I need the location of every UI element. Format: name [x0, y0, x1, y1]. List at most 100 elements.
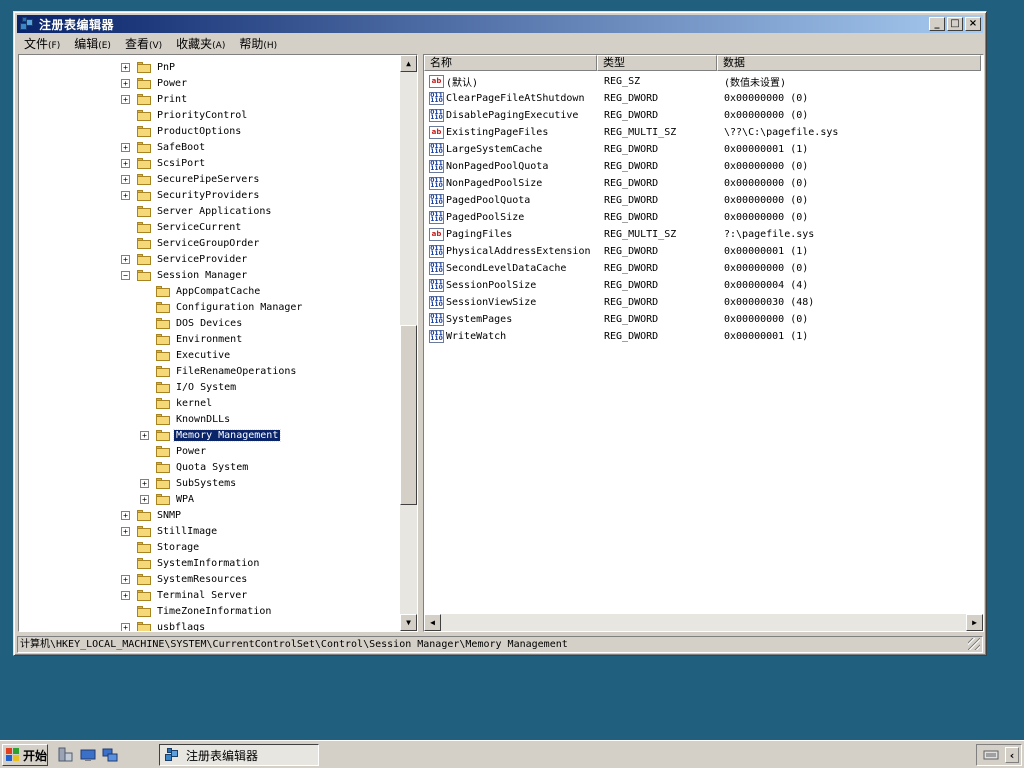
taskbar-regedit-button[interactable]: 注册表编辑器: [159, 744, 319, 766]
regedit-app-icon[interactable]: [19, 16, 35, 32]
value-row[interactable]: ab (默认) REG_SZ (数值未设置): [424, 73, 974, 90]
command-prompt-icon[interactable]: [102, 747, 118, 763]
menu-item[interactable]: 查看(V): [118, 35, 169, 52]
tree-item[interactable]: + ServiceProvider: [121, 251, 249, 267]
expand-icon[interactable]: +: [121, 526, 130, 536]
tree-item[interactable]: + Power: [121, 75, 189, 91]
tree-item[interactable]: DOS Devices: [140, 315, 244, 331]
value-row[interactable]: ab ExistingPageFiles REG_MULTI_SZ \??\C:\pa…: [424, 124, 974, 141]
value-row[interactable]: 011 110 NonPagedPoolSize REG_DWORD 0x0000000…: [424, 175, 974, 192]
expand-icon[interactable]: +: [121, 574, 130, 584]
tree-item[interactable]: Storage: [121, 539, 201, 555]
value-row[interactable]: 011 110 PhysicalAddressExtension REG_DWORD 0…: [424, 243, 974, 260]
values-pane[interactable]: 名称 类型 数据 ab (默认) REG_SZ (数值未设置) 011 110 ClearP…: [423, 54, 984, 632]
keyboard-icon[interactable]: [983, 748, 999, 762]
tray-expand-chevron-icon[interactable]: ‹: [1005, 747, 1019, 763]
value-row[interactable]: 011 110 SecondLevelDataCache REG_DWORD 0x000…: [424, 260, 974, 277]
start-button[interactable]: 开始: [2, 744, 48, 766]
tree-item[interactable]: + SNMP: [121, 507, 183, 523]
title-bar[interactable]: 注册表编辑器 _ □ ×: [17, 15, 983, 33]
tree-item[interactable]: Quota System: [140, 459, 250, 475]
expand-icon[interactable]: +: [121, 94, 130, 104]
value-row[interactable]: 011 110 ClearPageFileAtShutdown REG_DWORD 0x…: [424, 90, 974, 107]
server-manager-icon[interactable]: [57, 747, 73, 763]
show-desktop-icon[interactable]: [80, 747, 96, 763]
tree-vertical-scrollbar[interactable]: ▲ ▼: [400, 55, 417, 631]
expand-icon[interactable]: +: [121, 190, 130, 200]
expand-icon[interactable]: +: [140, 430, 149, 440]
expand-icon[interactable]: +: [140, 494, 149, 504]
close-button[interactable]: ×: [965, 17, 981, 31]
value-row[interactable]: ab PagingFiles REG_MULTI_SZ ?:\pagefile.sys: [424, 226, 974, 243]
tree-item[interactable]: + SecurityProviders: [121, 187, 261, 203]
expand-icon[interactable]: +: [121, 158, 130, 168]
tree-item[interactable]: KnownDLLs: [140, 411, 232, 427]
menu-item[interactable]: 收藏夹(A): [169, 35, 232, 52]
value-row[interactable]: 011 110 PagedPoolQuota REG_DWORD 0x00000000 …: [424, 192, 974, 209]
expand-icon[interactable]: +: [121, 254, 130, 264]
expand-icon[interactable]: +: [121, 142, 130, 152]
key-tree-pane[interactable]: + PnP + Power + Print PriorityControl ProductOp…: [18, 54, 418, 632]
tree-item[interactable]: ServiceGroupOrder: [121, 235, 261, 251]
scroll-down-arrow-icon[interactable]: ▼: [400, 614, 417, 631]
column-header-data[interactable]: 数据: [717, 55, 981, 71]
tree-item[interactable]: PriorityControl: [121, 107, 249, 123]
values-horizontal-scrollbar[interactable]: ◀ ▶: [424, 614, 983, 631]
expand-icon[interactable]: +: [140, 478, 149, 488]
tree-scroll-thumb[interactable]: [400, 325, 417, 505]
resize-grip-icon[interactable]: [968, 638, 980, 650]
expand-icon[interactable]: +: [121, 590, 130, 600]
tree-item[interactable]: − Session Manager: [121, 267, 249, 283]
tree-item[interactable]: + WPA: [140, 491, 196, 507]
expand-icon[interactable]: +: [121, 510, 130, 520]
value-row[interactable]: 011 110 WriteWatch REG_DWORD 0x00000001 (1): [424, 328, 974, 345]
tree-item[interactable]: Configuration Manager: [140, 299, 304, 315]
tree-item[interactable]: + ScsiPort: [121, 155, 207, 171]
tree-item[interactable]: + Print: [121, 91, 189, 107]
value-row[interactable]: 011 110 LargeSystemCache REG_DWORD 0x0000000…: [424, 141, 974, 158]
tree-item[interactable]: ProductOptions: [121, 123, 243, 139]
tree-item[interactable]: AppCompatCache: [140, 283, 262, 299]
scroll-up-arrow-icon[interactable]: ▲: [400, 55, 417, 72]
column-header-type[interactable]: 类型: [597, 55, 717, 71]
value-row[interactable]: 011 110 SessionPoolSize REG_DWORD 0x00000004…: [424, 277, 974, 294]
tree-item[interactable]: Environment: [140, 331, 244, 347]
tree-item[interactable]: FileRenameOperations: [140, 363, 298, 379]
tree-item[interactable]: + PnP: [121, 59, 177, 75]
scroll-left-arrow-icon[interactable]: ◀: [424, 614, 441, 631]
tree-item[interactable]: + Terminal Server: [121, 587, 249, 603]
value-row[interactable]: 011 110 SessionViewSize REG_DWORD 0x00000030…: [424, 294, 974, 311]
tree-item[interactable]: + SafeBoot: [121, 139, 207, 155]
scroll-right-arrow-icon[interactable]: ▶: [966, 614, 983, 631]
collapse-icon[interactable]: −: [121, 270, 130, 280]
tree-item[interactable]: + Memory Management: [140, 427, 282, 443]
value-name: SessionViewSize: [446, 297, 537, 308]
tree-item[interactable]: Executive: [140, 347, 232, 363]
value-row[interactable]: 011 110 PagedPoolSize REG_DWORD 0x00000000 (…: [424, 209, 974, 226]
value-row[interactable]: 011 110 SystemPages REG_DWORD 0x00000000 (0): [424, 311, 974, 328]
menu-item[interactable]: 编辑(E): [67, 35, 118, 52]
tree-item[interactable]: + usbflags: [121, 619, 207, 631]
tree-item[interactable]: + SystemResources: [121, 571, 249, 587]
tree-item[interactable]: + SecurePipeServers: [121, 171, 261, 187]
tree-item[interactable]: kernel: [140, 395, 214, 411]
menu-item[interactable]: 帮助(H): [232, 35, 284, 52]
column-header-name[interactable]: 名称: [424, 55, 597, 71]
tree-item[interactable]: Power: [140, 443, 208, 459]
tree-item[interactable]: + SubSystems: [140, 475, 238, 491]
tree-item[interactable]: Server Applications: [121, 203, 273, 219]
tree-item[interactable]: + StillImage: [121, 523, 219, 539]
expand-icon[interactable]: +: [121, 174, 130, 184]
tree-item[interactable]: ServiceCurrent: [121, 219, 243, 235]
tree-item[interactable]: TimeZoneInformation: [121, 603, 273, 619]
menu-item[interactable]: 文件(F): [17, 35, 67, 52]
value-row[interactable]: 011 110 DisablePagingExecutive REG_DWORD 0x0…: [424, 107, 974, 124]
value-row[interactable]: 011 110 NonPagedPoolQuota REG_DWORD 0x000000…: [424, 158, 974, 175]
expand-icon[interactable]: +: [121, 78, 130, 88]
minimize-button[interactable]: _: [929, 17, 945, 31]
tree-item[interactable]: SystemInformation: [121, 555, 261, 571]
expand-icon[interactable]: +: [121, 62, 130, 72]
expand-icon[interactable]: +: [121, 622, 130, 631]
maximize-button[interactable]: □: [947, 17, 963, 31]
tree-item[interactable]: I/O System: [140, 379, 238, 395]
